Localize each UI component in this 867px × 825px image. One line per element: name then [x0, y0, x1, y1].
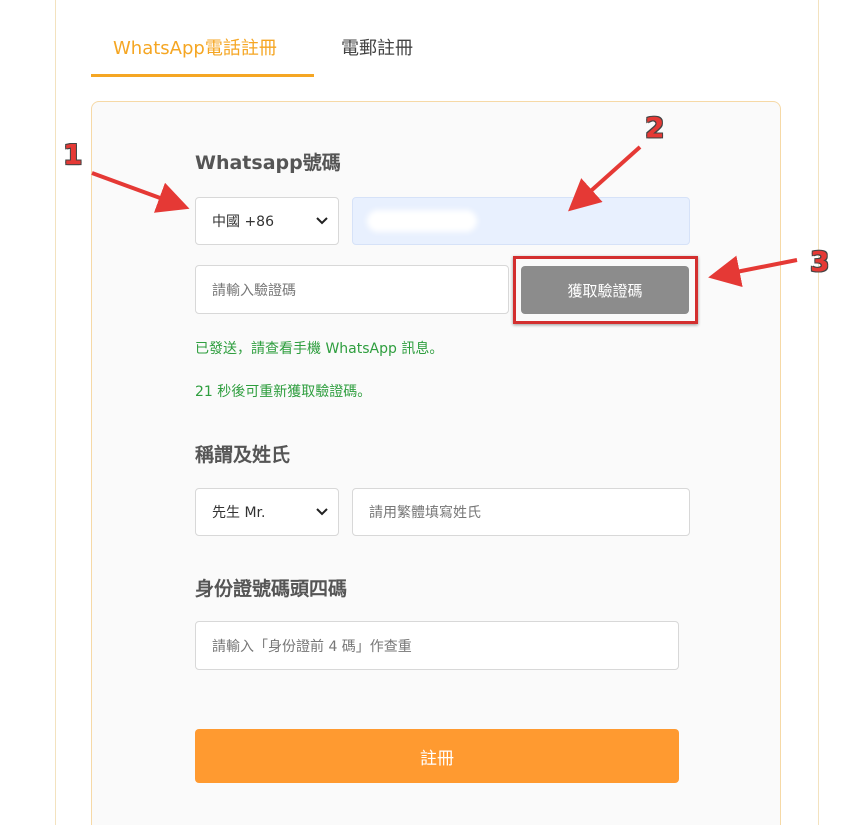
register-button[interactable]: 註冊: [195, 729, 679, 783]
tab-email-registration[interactable]: 電郵註冊: [341, 36, 413, 62]
annotation-number-2: 2: [645, 111, 665, 144]
redacted-phone-number: [367, 210, 477, 232]
whatsapp-number-label: Whatsapp號碼: [195, 152, 341, 174]
id-number-label: 身份證號碼頭四碼: [195, 578, 348, 600]
country-code-value: 中國 +86: [212, 214, 274, 230]
verification-code-input[interactable]: 請輸入驗證碼: [195, 265, 509, 314]
annotation-highlight-box: [513, 256, 698, 324]
title-value: 先生 Mr.: [212, 505, 266, 521]
id-number-placeholder: 請輸入「身份證前 4 碼」作查重: [212, 638, 412, 655]
tab-whatsapp-registration[interactable]: WhatsApp電話註冊: [113, 36, 277, 62]
code-sent-message: 已發送，請查看手機 WhatsApp 訊息。: [195, 341, 444, 357]
phone-number-input[interactable]: [352, 197, 690, 245]
title-select[interactable]: 先生 Mr.: [195, 488, 339, 536]
active-tab-indicator: [91, 74, 314, 77]
annotation-number-3: 3: [810, 245, 830, 278]
registration-page: WhatsApp電話註冊 電郵註冊 Whatsapp號碼 中國 +86 請輸入驗…: [0, 0, 867, 825]
chevron-down-icon: [316, 505, 328, 519]
surname-placeholder: 請用繁體填寫姓氏: [369, 505, 481, 521]
country-code-select[interactable]: 中國 +86: [195, 197, 339, 245]
surname-input[interactable]: 請用繁體填寫姓氏: [352, 488, 690, 536]
verification-code-placeholder: 請輸入驗證碼: [212, 282, 296, 299]
id-number-input[interactable]: 請輸入「身份證前 4 碼」作查重: [195, 621, 679, 670]
resend-countdown-message: 21 秒後可重新獲取驗證碼。: [195, 384, 372, 400]
title-surname-label: 稱謂及姓氏: [195, 444, 291, 466]
annotation-number-1: 1: [63, 138, 83, 171]
chevron-down-icon: [316, 214, 328, 228]
